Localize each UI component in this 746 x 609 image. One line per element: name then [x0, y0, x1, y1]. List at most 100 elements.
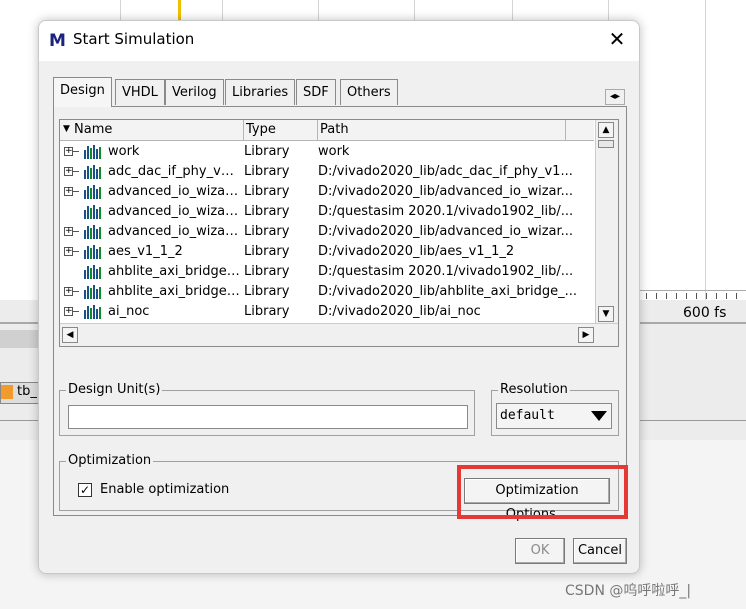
tree-line [73, 171, 79, 172]
library-icon [84, 185, 104, 199]
tab-scroll-arrows-icon[interactable]: ◂▸ [605, 89, 625, 105]
tree-line [73, 291, 79, 292]
column-header-type[interactable]: Type [244, 120, 318, 140]
library-type: Library [244, 204, 290, 219]
column-header-path[interactable]: Path [318, 120, 566, 140]
library-icon [84, 285, 104, 299]
library-type: Library [244, 304, 290, 319]
table-row[interactable]: + aes_v1_1_2 Library D:/vivado2020_lib/aes_… [60, 242, 594, 262]
library-type: Library [244, 244, 290, 259]
design-unit-label: Design Unit(s) [66, 382, 163, 397]
cancel-button[interactable]: Cancel [573, 538, 627, 564]
optimization-label: Optimization [66, 453, 154, 468]
expand-icon[interactable]: + [64, 147, 73, 156]
library-type: Library [244, 224, 290, 239]
library-name: ahblite_axi_bridge_... [108, 284, 240, 299]
table-row[interactable]: ahblite_axi_bridge_... Library D:/questasi… [60, 262, 594, 282]
sort-arrow-icon[interactable]: ▼ [63, 124, 70, 134]
expand-icon[interactable]: + [64, 247, 73, 256]
library-name: ahblite_axi_bridge_... [108, 264, 240, 279]
library-name: advanced_io_wizar... [108, 224, 240, 239]
table-row[interactable]: + work Library work [60, 142, 594, 162]
resolution-value: default [500, 408, 555, 423]
resolution-select[interactable]: default [496, 403, 612, 429]
library-name: work [108, 144, 140, 159]
library-path: D:/vivado2020_lib/ai_noc [318, 304, 481, 319]
vertical-scrollbar[interactable]: ▲ ▼ [595, 120, 618, 326]
library-name: advanced_io_wizar... [108, 204, 240, 219]
library-path: D:/questasim 2020.1/vivado1902_lib/... [318, 204, 574, 219]
table-row[interactable]: + adc_dac_if_phy_v1... Library D:/vivado202… [60, 162, 594, 182]
dropdown-arrow-icon[interactable] [591, 411, 607, 421]
expand-icon[interactable]: + [64, 307, 73, 316]
scroll-up-icon[interactable]: ▲ [598, 122, 614, 138]
highlight-box [457, 465, 628, 519]
expand-icon[interactable]: + [64, 167, 73, 176]
library-icon [84, 305, 104, 319]
tree-line [73, 251, 79, 252]
tab-others[interactable]: Others [340, 79, 398, 105]
tab-vhdl[interactable]: VHDL [115, 79, 165, 105]
expand-icon[interactable]: + [64, 227, 73, 236]
tab-sdf[interactable]: SDF [296, 79, 336, 105]
table-row[interactable]: + advanced_io_wizar... Library D:/vivado202… [60, 222, 594, 242]
cursor-line [178, 0, 181, 20]
time-ruler [640, 290, 746, 305]
library-name: adc_dac_if_phy_v1... [108, 164, 240, 179]
library-type: Library [244, 144, 290, 159]
scroll-thumb[interactable] [598, 140, 614, 148]
time-label: 600 fs [683, 305, 727, 321]
scroll-down-icon[interactable]: ▼ [598, 306, 614, 322]
library-type: Library [244, 164, 290, 179]
enable-optimization-label: Enable optimization [100, 482, 230, 497]
library-path: D:/questasim 2020.1/vivado1902_lib/... [318, 264, 574, 279]
table-header: Name Type Path ▼ [60, 120, 594, 141]
library-path: D:/vivado2020_lib/advanced_io_wizar... [318, 224, 574, 239]
grid-line [705, 0, 706, 300]
start-simulation-dialog: M Start Simulation ✕ Design VHDL Verilog… [38, 20, 640, 574]
expand-icon[interactable]: + [64, 287, 73, 296]
library-path: D:/vivado2020_lib/aes_v1_1_2 [318, 244, 515, 259]
table-rows: + work Library work + adc_dac_if_phy_v1... Lib… [60, 142, 594, 342]
design-unit-group: Design Unit(s) [59, 382, 475, 436]
library-name: ai_noc [108, 304, 150, 319]
enable-optimization-checkbox[interactable]: ✓ [78, 483, 92, 497]
library-icon [84, 165, 104, 179]
library-path: D:/vivado2020_lib/advanced_io_wizar... [318, 184, 574, 199]
scroll-right-icon[interactable]: ▶ [578, 327, 594, 343]
ok-button[interactable]: OK [515, 538, 565, 564]
table-row[interactable]: + ahblite_axi_bridge_... Library D:/vivado2… [60, 282, 594, 302]
tab-verilog[interactable]: Verilog [165, 79, 224, 105]
library-name: advanced_io_wizar... [108, 184, 240, 199]
library-icon [84, 225, 104, 239]
instance-icon [1, 385, 13, 399]
tree-line [73, 311, 79, 312]
modelsim-logo-icon: M [49, 31, 66, 51]
scroll-left-icon[interactable]: ◀ [62, 327, 78, 343]
expand-icon[interactable]: + [64, 187, 73, 196]
resolution-label: Resolution [498, 382, 570, 397]
column-header-name[interactable]: Name [60, 120, 244, 140]
library-path: work [318, 144, 350, 159]
table-row[interactable]: + advanced_io_wizar... Library D:/vivado202… [60, 182, 594, 202]
table-row[interactable]: advanced_io_wizar... Library D:/questasim … [60, 202, 594, 222]
library-type: Library [244, 284, 290, 299]
library-path: D:/vivado2020_lib/ahblite_axi_bridge_... [318, 284, 578, 299]
library-icon [84, 205, 104, 219]
table-row[interactable]: + ai_noc Library D:/vivado2020_lib/ai_noc [60, 302, 594, 322]
library-type: Library [244, 184, 290, 199]
library-icon [84, 265, 104, 279]
library-tree-table: Name Type Path ▼ + work Library work + adc_da… [59, 119, 619, 347]
resolution-group: Resolution default [491, 382, 619, 436]
tree-line [73, 191, 79, 192]
close-button[interactable]: ✕ [605, 27, 629, 51]
horizontal-scrollbar[interactable]: ◀ ▶ [60, 323, 618, 346]
tab-design[interactable]: Design [53, 77, 112, 107]
instance-tab-label: tb_ [17, 384, 37, 399]
tree-line [73, 151, 79, 152]
design-unit-input[interactable] [68, 405, 468, 429]
library-name: aes_v1_1_2 [108, 244, 183, 259]
library-path: D:/vivado2020_lib/adc_dac_if_phy_v1... [318, 164, 573, 179]
library-type: Library [244, 264, 290, 279]
tab-libraries[interactable]: Libraries [225, 79, 296, 105]
